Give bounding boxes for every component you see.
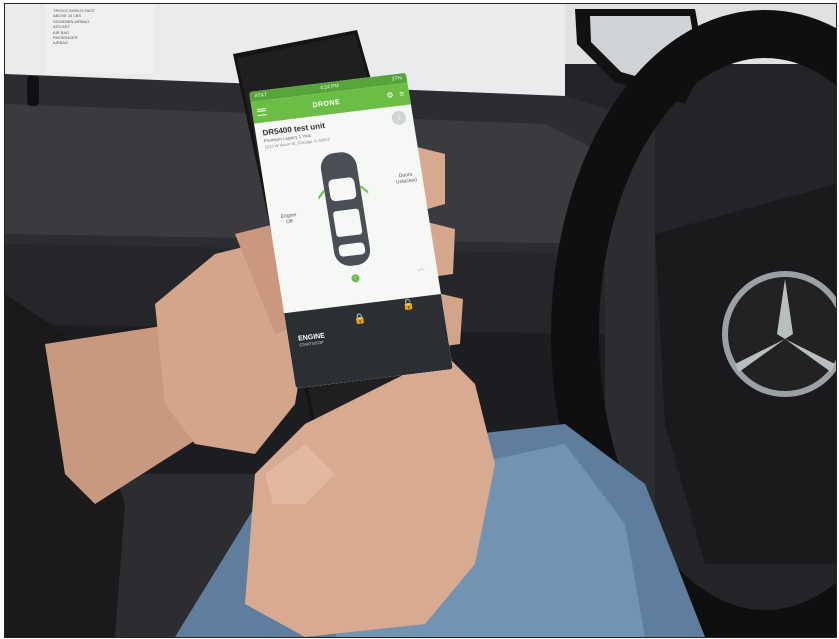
doors-state: Unlocked bbox=[395, 177, 418, 186]
alert-icon[interactable]: ! bbox=[350, 273, 361, 283]
car-status-area: Engine Off Doors Unlocked ! ︿ bbox=[258, 131, 438, 298]
engine-status: Engine Off bbox=[280, 212, 297, 226]
sticker-line: AIRBAG bbox=[53, 40, 69, 46]
clock: 4:24 PM bbox=[319, 83, 340, 92]
chevron-up-icon[interactable]: ︿ bbox=[417, 263, 426, 274]
airbag-sticker: TRICKS SHIELD FACE ABOVE 14 LBS SCHIEBEN… bbox=[53, 8, 148, 46]
unlock-icon[interactable]: 🔓 bbox=[402, 299, 416, 311]
doors-status: Doors Unlocked bbox=[395, 171, 418, 186]
engine-start-button[interactable]: ENGINE START/STOP bbox=[298, 332, 327, 347]
menu-icon[interactable] bbox=[256, 107, 267, 116]
car-top-view-icon bbox=[315, 152, 373, 266]
carrier: AT&T bbox=[254, 91, 268, 100]
lock-icon[interactable]: 🔒 bbox=[353, 313, 367, 325]
engine-button-sub: START/STOP bbox=[298, 339, 325, 348]
battery: 27% bbox=[391, 75, 403, 83]
sliders-icon[interactable]: ≡ bbox=[399, 89, 405, 98]
app-title: DRONE bbox=[312, 98, 341, 109]
gear-icon[interactable]: ⚙ bbox=[386, 90, 395, 100]
photo-frame: TRICKS SHIELD FACE ABOVE 14 LBS SCHIEBEN… bbox=[4, 3, 837, 638]
